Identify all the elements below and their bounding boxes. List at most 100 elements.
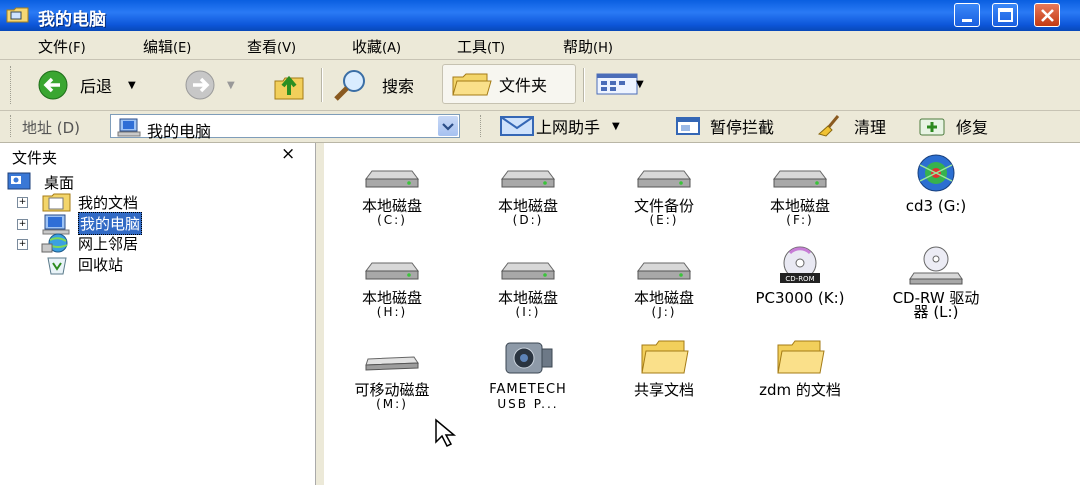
drive-letter: USB P... — [497, 397, 559, 411]
hard-disk-icon — [365, 170, 419, 188]
expand-toggle-computer[interactable]: + — [17, 219, 28, 230]
search-button[interactable]: 搜索 — [330, 67, 414, 103]
tree-item-my-documents[interactable]: 我的文档 — [40, 191, 138, 213]
views-button[interactable]: ▼ — [596, 72, 644, 96]
drive-label: 本地磁盘 — [769, 197, 830, 215]
menu-view[interactable]: 查看(V) — [247, 36, 296, 57]
folder-item[interactable]: 共享文档 — [600, 337, 728, 399]
drive-item[interactable]: 本地磁盘 (H:) — [328, 245, 456, 319]
link-repair[interactable]: 修复 — [918, 114, 988, 138]
menu-favorites-hotkey: (A) — [382, 41, 402, 56]
drive-item[interactable]: 文件备份 (E:) — [600, 153, 728, 227]
folders-pane-close-button[interactable]: × — [281, 144, 295, 164]
drive-label: 可移动磁盘 — [354, 381, 430, 399]
folders-pane-title: 文件夹 — [12, 149, 58, 167]
mouse-cursor-icon — [435, 418, 457, 448]
tree-item-network-places[interactable]: 网上邻居 — [40, 232, 138, 254]
menu-file-label: 文件 — [38, 38, 69, 56]
folders-pane-header: 文件夹 × — [0, 143, 315, 169]
minimize-button[interactable] — [954, 3, 980, 27]
link-online-assistant-label: 上网助手 — [536, 118, 601, 137]
back-button[interactable]: 后退 ▼ — [36, 69, 136, 101]
folders-pane: 文件夹 × 桌面 + 我的文档 + 我的电脑 + 网上邻居 回收站 — [0, 143, 316, 485]
maximize-button[interactable] — [992, 3, 1018, 27]
tree-item-recycle-bin-label: 回收站 — [78, 255, 124, 274]
menu-tools[interactable]: 工具(T) — [457, 36, 505, 57]
folders-button[interactable]: 文件夹 — [442, 64, 576, 104]
drive-label: 本地磁盘 — [633, 289, 694, 307]
drive-letter: (I:) — [515, 305, 541, 319]
hard-disk-icon — [637, 262, 691, 280]
forward-button[interactable]: ▼ — [183, 69, 235, 101]
menu-file[interactable]: 文件(F) — [38, 36, 86, 57]
menu-tools-label: 工具 — [457, 38, 488, 56]
drive-label: PC3000 (K:) — [755, 289, 845, 307]
drive-item[interactable]: CD-RW 驱动 器 (L:) — [872, 245, 1000, 321]
tree-item-my-documents-label: 我的文档 — [78, 193, 139, 212]
standard-toolbar: 后退 ▼ ▼ 搜索 文件夹 ▼ — [0, 60, 1080, 111]
drive-item[interactable]: cd3 (G:) — [872, 153, 1000, 214]
drive-item[interactable]: 本地磁盘 (C:) — [328, 153, 456, 227]
address-grip[interactable] — [10, 115, 14, 137]
drive-letter: (H:) — [376, 305, 408, 319]
assistant-dropdown-icon[interactable]: ▼ — [612, 121, 620, 132]
menu-favorites[interactable]: 收藏(A) — [352, 36, 401, 57]
network-places-icon — [41, 233, 68, 253]
close-button[interactable] — [1034, 3, 1060, 27]
views-dropdown-icon[interactable]: ▼ — [636, 79, 644, 90]
menu-help[interactable]: 帮助(H) — [563, 36, 613, 57]
drive-item[interactable]: 可移动磁盘 (M:) — [328, 337, 456, 411]
drive-letter: (F:) — [786, 213, 814, 227]
folder-label: 共享文档 — [633, 381, 694, 399]
drive-letter: 器 (L:) — [913, 303, 959, 321]
drive-item[interactable]: 本地磁盘 (J:) — [600, 245, 728, 319]
folder-icon — [777, 340, 825, 374]
menu-file-hotkey: (F) — [68, 41, 86, 56]
title-bar[interactable]: 我的电脑 — [0, 0, 1080, 31]
folder-icon — [641, 340, 689, 374]
my-documents-icon — [42, 193, 71, 212]
maximize-icon — [998, 8, 1013, 22]
folders-label: 文件夹 — [499, 76, 548, 95]
assistant-envelope-icon — [500, 116, 534, 136]
search-icon — [334, 70, 365, 101]
close-icon — [1041, 9, 1054, 22]
drive-letter: (D:) — [512, 213, 544, 227]
broom-icon — [817, 115, 840, 137]
link-cleanup[interactable]: 清理 — [816, 114, 886, 138]
forward-dropdown-icon[interactable]: ▼ — [227, 80, 235, 91]
chevron-down-icon — [442, 123, 454, 131]
menu-edit[interactable]: 编辑(E) — [143, 36, 191, 57]
menu-view-label: 查看 — [247, 38, 278, 56]
drive-label: 本地磁盘 — [497, 197, 558, 215]
drive-item[interactable]: 本地磁盘 (D:) — [464, 153, 592, 227]
drive-item[interactable]: 本地磁盘 (F:) — [736, 153, 864, 227]
expand-toggle-documents[interactable]: + — [17, 197, 28, 208]
toolbar-separator — [583, 68, 585, 102]
menu-help-hotkey: (H) — [593, 41, 613, 56]
drive-item[interactable]: CD-ROM PC3000 (K:) — [736, 245, 864, 307]
up-folder-button[interactable] — [271, 67, 309, 103]
address-bar: 地址 (D) 我的电脑 上网助手 ▼ 暂停拦截 清理 修复 — [0, 111, 1080, 143]
toolbar-grip[interactable] — [10, 66, 14, 104]
drive-label: 本地磁盘 — [361, 197, 422, 215]
pause-window-icon — [676, 117, 700, 135]
tree-item-desktop[interactable]: 桌面 — [6, 171, 74, 193]
link-pause-block[interactable]: 暂停拦截 — [674, 114, 774, 138]
address-dropdown-button[interactable] — [438, 116, 458, 136]
back-dropdown-icon[interactable]: ▼ — [128, 80, 136, 91]
recycle-bin-icon — [47, 257, 67, 275]
link-online-assistant[interactable]: 上网助手 ▼ — [498, 114, 620, 138]
links-grip[interactable] — [480, 115, 484, 137]
drive-item[interactable]: 本地磁盘 (I:) — [464, 245, 592, 319]
folder-label: zdm 的文档 — [759, 381, 841, 399]
address-input[interactable]: 我的电脑 — [110, 114, 460, 141]
link-repair-label: 修复 — [956, 118, 989, 137]
cd-rom-icon: CD-ROM — [780, 246, 820, 283]
tree-item-network-places-label: 网上邻居 — [78, 234, 139, 253]
folder-item[interactable]: zdm 的文档 — [736, 337, 864, 399]
drive-item[interactable]: FAMETECH USB P... — [464, 337, 592, 411]
tree-item-recycle-bin[interactable]: 回收站 — [40, 253, 123, 275]
pane-splitter[interactable] — [316, 143, 324, 485]
expand-toggle-network[interactable]: + — [17, 239, 28, 250]
